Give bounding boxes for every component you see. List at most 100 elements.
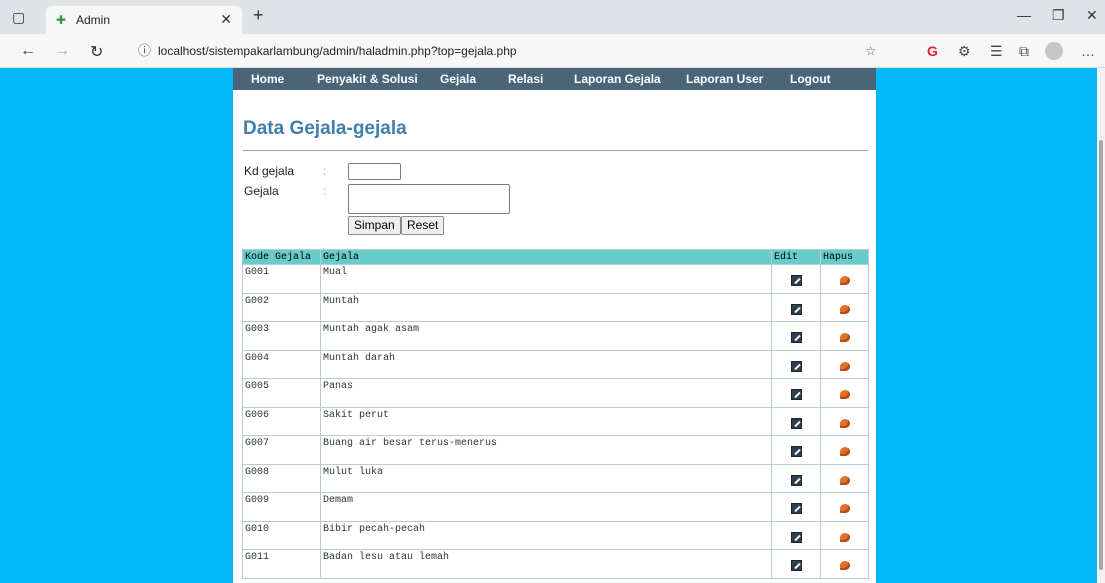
header-edit: Edit	[771, 249, 821, 265]
kd-gejala-label: Kd gejala	[244, 164, 295, 178]
table-row: G005 Panas	[242, 378, 869, 408]
header-gejala: Gejala	[320, 249, 772, 265]
favicon-icon: ✚	[56, 13, 67, 27]
kode-cell: G005	[242, 378, 321, 408]
kode-cell: G002	[242, 292, 321, 322]
delete-icon[interactable]	[839, 418, 850, 428]
collections-icon[interactable]: ⧉	[1019, 43, 1029, 60]
menu-home[interactable]: Home	[251, 72, 284, 86]
delete-icon[interactable]	[839, 276, 850, 286]
gejala-cell: Muntah agak asam	[320, 321, 772, 351]
extensions-icon[interactable]: ⚙	[958, 43, 971, 60]
table-row: G003 Muntah agak asam	[242, 321, 869, 351]
kode-cell: G009	[242, 492, 321, 522]
close-tab-icon[interactable]: ✕	[220, 11, 232, 28]
gejala-cell: Badan lesu atau lemah	[320, 549, 772, 579]
gejala-cell: Buang air besar terus-menerus	[320, 435, 772, 465]
gejala-cell: Muntah	[320, 292, 772, 322]
table-row: G006 Sakit perut	[242, 406, 869, 436]
kode-cell: G004	[242, 349, 321, 379]
delete-icon[interactable]	[839, 475, 850, 485]
kode-cell: G006	[242, 406, 321, 436]
gejala-cell: Mulut luka	[320, 463, 772, 493]
table-row: G008 Mulut luka	[242, 463, 869, 493]
delete-icon[interactable]	[839, 504, 850, 514]
url-text: localhost/sistempakarlambung/admin/halad…	[158, 44, 517, 58]
menu-penyakit-solusi[interactable]: Penyakit & Solusi	[317, 72, 418, 86]
delete-icon[interactable]	[839, 447, 850, 457]
kode-cell: G011	[242, 549, 321, 579]
gejala-cell: Bibir pecah-pecah	[320, 520, 772, 550]
gejala-label: Gejala	[244, 184, 279, 198]
profile-avatar[interactable]	[1045, 42, 1063, 60]
edit-icon[interactable]	[790, 474, 802, 486]
info-icon[interactable]: ⓘ	[138, 39, 151, 63]
favorite-star-icon[interactable]: ☆	[865, 39, 876, 63]
page-title: Data Gejala-gejala	[243, 118, 407, 139]
browser-tab[interactable]: ✚ Admin ✕	[46, 6, 242, 34]
edit-icon[interactable]	[790, 446, 802, 458]
table-row: G011 Badan lesu atau lemah	[242, 549, 869, 579]
table-row: G009 Demam	[242, 492, 869, 522]
divider	[243, 150, 868, 151]
menu-laporan-gejala[interactable]: Laporan Gejala	[574, 72, 661, 86]
table-row: G010 Bibir pecah-pecah	[242, 520, 869, 550]
edit-icon[interactable]	[790, 303, 802, 315]
back-icon[interactable]: ←	[20, 42, 36, 60]
delete-icon[interactable]	[839, 333, 850, 343]
edit-icon[interactable]	[790, 560, 802, 572]
gejala-cell: Demam	[320, 492, 772, 522]
edit-icon[interactable]	[790, 332, 802, 344]
forward-icon[interactable]: →	[54, 42, 70, 60]
menu-relasi[interactable]: Relasi	[508, 72, 543, 86]
address-toolbar: ← → ↻ ⓘ localhost/sistempakarlambung/adm…	[0, 34, 1105, 68]
address-bar[interactable]: ⓘ localhost/sistempakarlambung/admin/hal…	[130, 39, 890, 63]
page-container: Home Penyakit & Solusi Gejala Relasi Lap…	[233, 68, 876, 583]
edit-icon[interactable]	[790, 275, 802, 287]
kode-cell: G007	[242, 435, 321, 465]
restore-icon[interactable]: ❐	[1052, 7, 1065, 24]
reset-button[interactable]: Reset	[401, 216, 445, 235]
minimize-icon[interactable]: —	[1017, 7, 1031, 23]
kode-cell: G003	[242, 321, 321, 351]
simpan-button[interactable]: Simpan	[348, 216, 401, 235]
tab-actions-icon[interactable]: ▢	[12, 9, 25, 26]
kode-cell: G008	[242, 463, 321, 493]
scrollbar-thumb[interactable]	[1099, 140, 1103, 570]
menu-laporan-user[interactable]: Laporan User	[686, 72, 763, 86]
header-hapus: Hapus	[820, 249, 869, 265]
menu-gejala[interactable]: Gejala	[440, 72, 476, 86]
edit-icon[interactable]	[790, 531, 802, 543]
close-window-icon[interactable]: ✕	[1086, 7, 1098, 24]
gejala-colon: :	[323, 184, 327, 198]
delete-icon[interactable]	[839, 304, 850, 314]
favorites-icon[interactable]: ☰	[990, 43, 1003, 60]
new-tab-icon[interactable]: +	[253, 5, 264, 26]
more-menu-icon[interactable]: …	[1081, 43, 1095, 59]
main-menu: Home Penyakit & Solusi Gejala Relasi Lap…	[233, 68, 876, 90]
kd-gejala-colon: :	[323, 164, 327, 178]
refresh-icon[interactable]: ↻	[90, 42, 103, 62]
delete-icon[interactable]	[839, 390, 850, 400]
browser-tab-bar: ▢ ✚ Admin ✕ + — ❐ ✕	[0, 0, 1105, 34]
extension-icon[interactable]: G	[927, 43, 938, 59]
kode-cell: G001	[242, 264, 321, 294]
edit-icon[interactable]	[790, 503, 802, 515]
gejala-cell: Mual	[320, 264, 772, 294]
edit-icon[interactable]	[790, 389, 802, 401]
edit-icon[interactable]	[790, 360, 802, 372]
delete-icon[interactable]	[839, 532, 850, 542]
delete-icon[interactable]	[839, 561, 850, 571]
table-row: G007 Buang air besar terus-menerus	[242, 435, 869, 465]
table-row: G004 Muntah darah	[242, 349, 869, 379]
delete-icon[interactable]	[839, 361, 850, 371]
edit-icon[interactable]	[790, 417, 802, 429]
gejala-textarea[interactable]	[348, 184, 510, 214]
header-kode-gejala: Kode Gejala	[242, 249, 321, 265]
table-row: G001 Mual	[242, 264, 869, 294]
kd-gejala-input[interactable]	[348, 163, 401, 180]
gejala-cell: Panas	[320, 378, 772, 408]
menu-logout[interactable]: Logout	[790, 72, 831, 86]
page-scrollbar[interactable]	[1097, 68, 1105, 583]
gejala-cell: Sakit perut	[320, 406, 772, 436]
